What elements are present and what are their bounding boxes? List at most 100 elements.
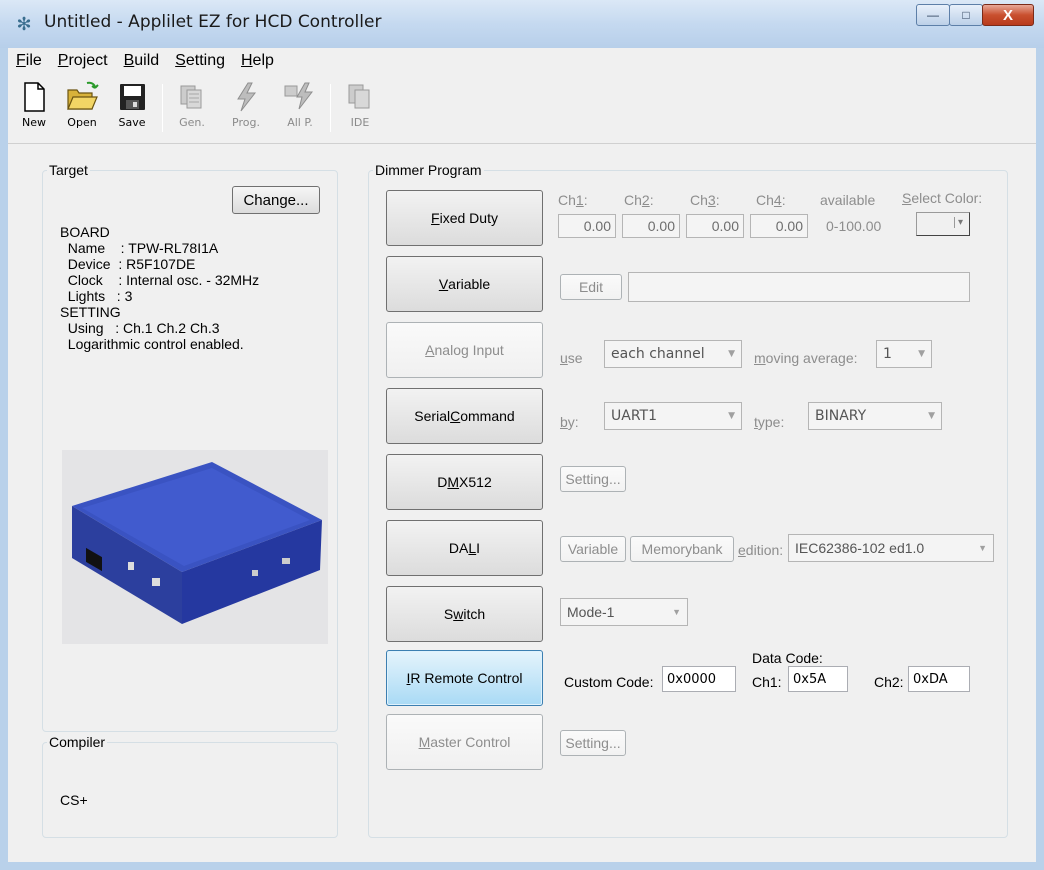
menu-help-accel: H <box>240 52 253 69</box>
dali-edition-select[interactable]: IEC62386-102 ed1.0 ▼ <box>788 534 994 562</box>
menu-setting-accel: S <box>175 52 186 69</box>
new-button[interactable]: New <box>12 78 56 136</box>
dmx512-label-pre: D <box>437 474 448 490</box>
ch3-label: Ch3: <box>690 192 720 208</box>
edition-text: dition: <box>745 542 784 558</box>
board-photo <box>62 450 328 644</box>
save-disk-icon <box>120 84 145 110</box>
allp-label: All P. <box>287 116 313 129</box>
ch1-label-accel: 1 <box>575 192 584 208</box>
analog-input-label: nalog Input <box>434 342 504 358</box>
window-title: Untitled - Applilet EZ for HCD Controlle… <box>44 12 382 32</box>
gen-button[interactable]: Gen. <box>170 78 214 136</box>
ch1-label-colon: : <box>583 192 588 208</box>
switch-accel: w <box>453 606 464 622</box>
controller-box-image <box>62 450 328 644</box>
master-control-setting-button[interactable]: Setting... <box>560 730 626 756</box>
variable-button[interactable]: Variable <box>386 256 543 312</box>
color-dropdown-icon: ▾ <box>953 217 963 228</box>
switch-mode-select[interactable]: Mode-1 ▼ <box>560 598 688 626</box>
serial-command-label-pre: Serial <box>414 408 451 424</box>
prog-button[interactable]: Prog. <box>224 78 268 136</box>
by-label: by: <box>560 414 579 430</box>
minimize-button[interactable]: — <box>916 4 950 26</box>
fixed-duty-accel: F <box>431 210 440 226</box>
ch3-label-accel: 3 <box>707 192 716 208</box>
ch1-duty-input[interactable]: 0.00 <box>558 214 616 238</box>
variable-label: ariable <box>448 276 491 292</box>
menu-bar: File Project Build Setting Help <box>8 48 1036 74</box>
title-bar: ✻ Untitled - Applilet EZ for HCD Control… <box>0 0 1044 48</box>
ir-ch2-input[interactable]: 0xDA <box>908 666 970 692</box>
serial-type-select[interactable]: BINARY ▼ <box>808 402 942 430</box>
program-all-icon <box>284 82 314 110</box>
menu-project-label: roject <box>68 52 108 69</box>
custom-code-input[interactable]: 0x0000 <box>662 666 736 692</box>
ch4-duty-input[interactable]: 0.00 <box>750 214 808 238</box>
ch4-label: Ch4: <box>756 192 786 208</box>
switch-button[interactable]: Sw itch <box>386 586 543 642</box>
variable-accel: V <box>438 276 449 292</box>
board-heading: BOARD <box>60 224 110 240</box>
ch3-label-colon: : <box>715 192 720 208</box>
dali-button[interactable]: DA L I <box>386 520 543 576</box>
serial-type-value: BINARY <box>815 408 867 424</box>
fixed-duty-button[interactable]: Fixed Duty <box>386 190 543 246</box>
menu-help[interactable]: Help <box>239 52 276 70</box>
moving-average-select[interactable]: 1 ▼ <box>876 340 932 368</box>
toolbar: New Open Save Gen. Prog. All P. IDE <box>8 74 1036 144</box>
dmx512-setting-button[interactable]: Setting... <box>560 466 626 492</box>
by-text: y: <box>567 414 579 430</box>
maximize-button[interactable]: □ <box>949 4 983 26</box>
allp-button[interactable]: All P. <box>278 78 322 136</box>
menu-build-label: uild <box>134 52 160 69</box>
variable-edit-button[interactable]: Edit <box>560 274 622 300</box>
switch-mode-value: Mode-1 <box>567 604 615 620</box>
serial-command-button[interactable]: Serial Command <box>386 388 543 444</box>
dali-memorybank-button[interactable]: Memorybank <box>630 536 734 562</box>
ch3-duty-input[interactable]: 0.00 <box>686 214 744 238</box>
menu-project-accel: P <box>57 52 69 69</box>
ir-ch1-input[interactable]: 0x5A <box>788 666 848 692</box>
menu-project[interactable]: Project <box>56 52 110 70</box>
chevron-down-icon: ▼ <box>728 411 735 421</box>
close-button[interactable]: X <box>982 4 1034 26</box>
chevron-down-icon: ▼ <box>672 607 681 617</box>
ch2-label-accel: 2 <box>641 192 650 208</box>
switch-label: itch <box>463 606 486 622</box>
open-button[interactable]: Open <box>60 78 104 136</box>
moving-average-text: oving average: <box>765 350 858 366</box>
ch2-duty-input[interactable]: 0.00 <box>622 214 680 238</box>
ir-remote-control-button[interactable]: IR Remote Control <box>386 650 543 706</box>
moving-average-label: moving average: <box>754 350 858 366</box>
ch2-label: Ch2: <box>624 192 654 208</box>
save-button[interactable]: Save <box>110 78 154 136</box>
dmx512-button[interactable]: D M X512 <box>386 454 543 510</box>
use-select[interactable]: each channel ▼ <box>604 340 742 368</box>
by-accel: b <box>560 414 568 430</box>
menu-file-label: ile <box>25 52 42 69</box>
analog-input-accel: A <box>425 342 435 358</box>
change-button[interactable]: Change... <box>232 186 320 214</box>
gen-label: Gen. <box>179 116 205 129</box>
serial-command-accel: C <box>450 408 461 424</box>
dali-variable-button[interactable]: Variable <box>560 536 626 562</box>
master-control-button[interactable]: Master Control <box>386 714 543 770</box>
select-color-button[interactable]: ▾ <box>916 212 970 236</box>
select-color-label: Select Color: <box>902 190 982 206</box>
select-color-accel: S <box>902 190 912 206</box>
dali-edition-value: IEC62386-102 ed1.0 <box>795 540 925 556</box>
board-name: Name : TPW-RL78I1A <box>60 240 219 256</box>
type-text: ype: <box>757 414 785 430</box>
analog-input-button[interactable]: Analog Input <box>386 322 543 378</box>
menu-build[interactable]: Build <box>122 52 162 70</box>
variable-value-field[interactable] <box>628 272 970 302</box>
menu-file[interactable]: File <box>14 52 44 70</box>
menu-build-accel: B <box>123 52 135 69</box>
ide-button[interactable]: IDE <box>338 78 382 136</box>
new-label: New <box>22 116 46 129</box>
menu-setting[interactable]: Setting <box>173 52 227 70</box>
serial-by-select[interactable]: UART1 ▼ <box>604 402 742 430</box>
dali-label-pre: DA <box>448 540 469 556</box>
compiler-legend: Compiler <box>49 734 106 750</box>
